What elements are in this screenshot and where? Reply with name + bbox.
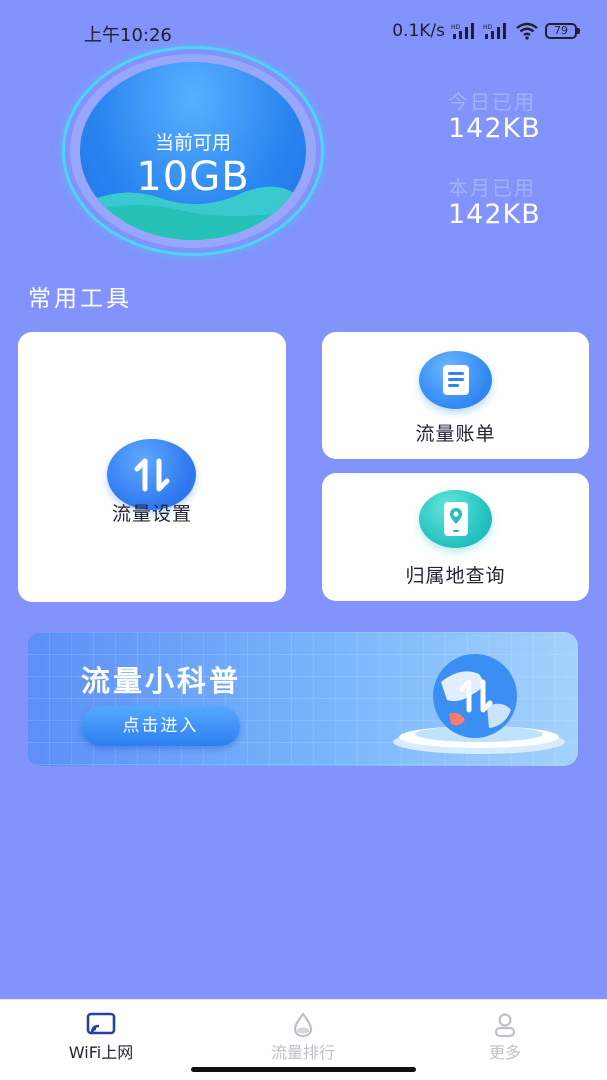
bill-document-icon <box>419 351 492 409</box>
available-value: 10GB <box>136 154 250 200</box>
banner-title: 流量小科普 <box>81 664 242 698</box>
nav-tab-wifi[interactable]: WiFi上网 <box>0 1000 202 1070</box>
nav-label-more: 更多 <box>488 1043 521 1062</box>
location-query-card[interactable]: 归属地查询 <box>322 473 589 601</box>
nav-tab-ranking[interactable]: 流量排行 <box>202 1000 404 1070</box>
orb-body: 当前可用 10GB <box>80 62 306 240</box>
available-data-circle: 当前可用 10GB <box>62 46 324 256</box>
user-icon <box>494 1013 516 1038</box>
droplet-icon <box>293 1012 313 1038</box>
battery-icon: 79 <box>545 23 580 39</box>
traffic-settings-card[interactable]: 流量设置 <box>18 332 286 602</box>
banner-enter-button[interactable]: 点击进入 <box>81 706 240 746</box>
wifi-icon <box>516 22 538 40</box>
signal-hd-icon-2: HD <box>483 23 506 39</box>
signal-hd-icon: HD <box>451 23 474 39</box>
traffic-bill-card[interactable]: 流量账单 <box>322 332 589 459</box>
globe-pedestal-illustration <box>393 654 565 754</box>
phone-location-icon <box>419 490 492 548</box>
traffic-science-banner[interactable]: 流量小科普 点击进入 <box>27 632 578 766</box>
nav-label-wifi: WiFi上网 <box>68 1043 134 1062</box>
today-used-value: 142KB <box>448 113 541 144</box>
nav-label-ranking: 流量排行 <box>270 1043 335 1062</box>
nav-tab-more[interactable]: 更多 <box>404 1000 606 1070</box>
network-speed: 0.1K/s <box>392 21 445 41</box>
svg-text:HD: HD <box>451 24 461 31</box>
svg-text:HD: HD <box>483 24 493 31</box>
month-used-value: 142KB <box>448 199 541 230</box>
available-label: 当前可用 <box>154 132 231 154</box>
traffic-settings-label: 流量设置 <box>111 503 192 525</box>
wifi-cast-icon <box>86 1012 116 1035</box>
location-query-label: 归属地查询 <box>405 565 506 587</box>
today-used-label: 今日已用 <box>448 90 536 114</box>
month-used-label: 本月已用 <box>448 176 536 200</box>
traffic-bill-label: 流量账单 <box>415 423 496 445</box>
section-title-tools: 常用工具 <box>28 286 132 312</box>
status-time: 上午10:26 <box>84 25 172 46</box>
status-indicators: 0.1K/s HD HD 79 <box>392 20 580 42</box>
battery-level: 79 <box>554 24 568 37</box>
home-indicator[interactable] <box>191 1067 416 1072</box>
